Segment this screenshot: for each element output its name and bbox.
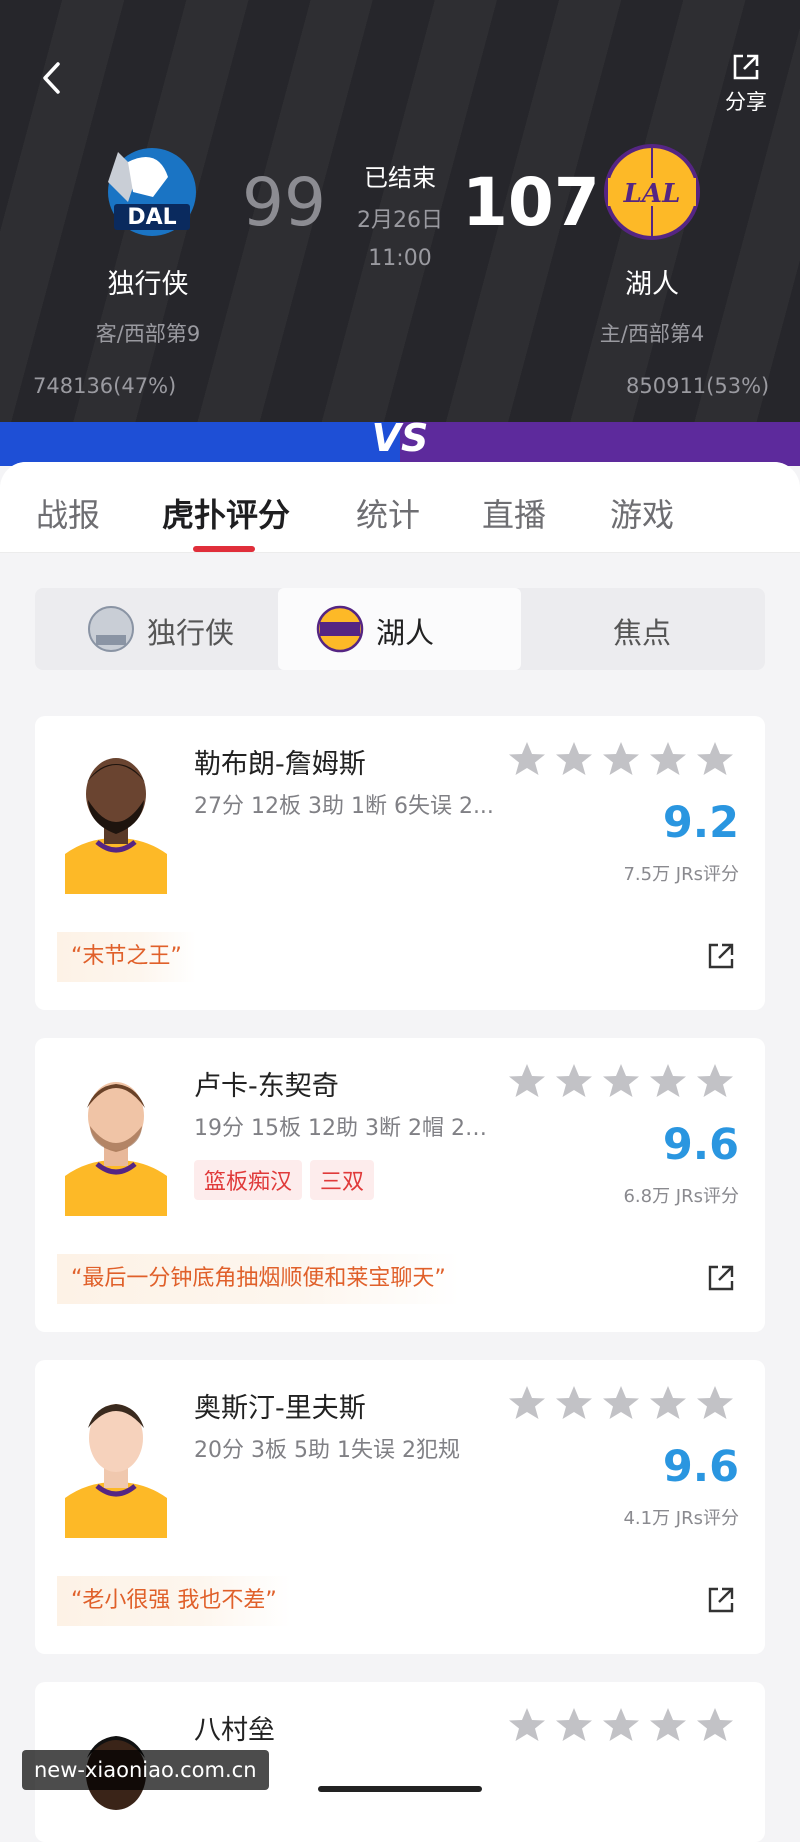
star-icon[interactable] xyxy=(697,1386,733,1419)
rating-stars[interactable] xyxy=(507,738,747,782)
lal-logo: LAL xyxy=(602,142,702,242)
player-quote: “末节之王” xyxy=(57,932,196,982)
rating-count: 4.1万 JRs评分 xyxy=(623,1508,739,1529)
player-name: 奥斯汀-里夫斯 xyxy=(194,1393,366,1424)
team-segment: 独行侠 湖人 焦点 xyxy=(35,588,765,670)
player-card[interactable]: 卢卡-东契奇 19分 15板 12助 3断 2帽 2失... 篮板痴汉 三双 9.… xyxy=(35,1038,765,1332)
dal-mini-logo xyxy=(88,606,134,652)
star-icon[interactable] xyxy=(697,1708,733,1741)
rating-stars[interactable] xyxy=(507,1060,747,1104)
home-team-name: 湖人 xyxy=(625,269,679,300)
share-icon[interactable] xyxy=(707,942,735,970)
player-quote: “老小很强 我也不差” xyxy=(57,1576,291,1626)
player-stats: 27分 12板 3助 1断 6失误 2... xyxy=(194,794,494,819)
star-icon[interactable] xyxy=(603,1064,639,1097)
player-name: 卢卡-东契奇 xyxy=(194,1071,339,1102)
star-icon[interactable] xyxy=(697,742,733,775)
player-name: 八村垒 xyxy=(194,1715,275,1746)
player-rating: 9.2 xyxy=(662,798,739,848)
player-quote: “最后一分钟底角抽烟顺便和莱宝聊天” xyxy=(57,1254,460,1304)
svg-text:DAL: DAL xyxy=(127,205,176,230)
star-icon[interactable] xyxy=(509,1064,545,1097)
tag-badge: 三双 xyxy=(310,1160,375,1200)
star-icon[interactable] xyxy=(509,1708,545,1741)
player-stats: 20分 3板 5助 1失误 2犯规 xyxy=(194,1438,460,1463)
tab-report[interactable]: 战报 xyxy=(36,490,100,536)
player-avatar xyxy=(57,746,175,894)
tab-stats[interactable]: 统计 xyxy=(356,490,420,536)
player-card[interactable]: 奥斯汀-里夫斯 20分 3板 5助 1失误 2犯规 9.6 4.1万 JRs评分… xyxy=(35,1360,765,1654)
star-icon[interactable] xyxy=(556,742,592,775)
segment-mavericks-label: 独行侠 xyxy=(147,616,235,650)
game-date: 2月26日 xyxy=(357,208,443,233)
star-icon[interactable] xyxy=(650,1064,686,1097)
star-icon[interactable] xyxy=(650,1386,686,1419)
star-icon[interactable] xyxy=(697,1064,733,1097)
game-time: 11:00 xyxy=(368,246,432,271)
star-icon[interactable] xyxy=(509,742,545,775)
away-vote-fill xyxy=(0,422,400,466)
home-votes: 850911(53%) xyxy=(626,374,770,398)
player-tags: 篮板痴汉 三双 xyxy=(194,1160,382,1200)
player-rating: 9.6 xyxy=(662,1120,739,1170)
segment-lakers[interactable]: 湖人 xyxy=(278,588,521,670)
back-button[interactable] xyxy=(38,58,66,98)
game-status: 已结束 xyxy=(364,164,436,192)
away-score: 99 xyxy=(242,164,326,241)
away-team-rank: 客/西部第9 xyxy=(95,322,201,346)
star-icon[interactable] xyxy=(509,1386,545,1419)
player-name: 勒布朗-詹姆斯 xyxy=(194,749,366,780)
game-header: 分享 DAL 独行侠 客/西部第9 99 已结束 2月26日 11:00 107… xyxy=(0,0,800,422)
rating-stars[interactable] xyxy=(507,1704,747,1748)
star-icon[interactable] xyxy=(650,742,686,775)
star-icon[interactable] xyxy=(556,1708,592,1741)
tag-badge: 篮板痴汉 xyxy=(194,1160,303,1200)
tab-hupu-rating[interactable]: 虎扑评分 xyxy=(162,490,290,536)
share-icon[interactable] xyxy=(707,1586,735,1614)
share-button[interactable]: 分享 xyxy=(718,48,774,116)
share-icon[interactable] xyxy=(707,1264,735,1292)
tab-underline xyxy=(193,546,255,552)
away-team-name: 独行侠 xyxy=(107,269,189,300)
home-team-rank: 主/西部第4 xyxy=(599,322,705,346)
star-icon[interactable] xyxy=(556,1064,592,1097)
star-icon[interactable] xyxy=(650,1708,686,1741)
player-stats: 19分 15板 12助 3断 2帽 2失... xyxy=(194,1116,504,1141)
player-avatar xyxy=(57,1068,175,1216)
player-rating: 9.6 xyxy=(662,1442,739,1492)
home-indicator xyxy=(318,1786,482,1792)
rating-count: 6.8万 JRs评分 xyxy=(623,1186,739,1207)
rating-stars[interactable] xyxy=(507,1382,747,1426)
star-icon[interactable] xyxy=(556,1386,592,1419)
share-label: 分享 xyxy=(725,90,767,114)
star-icon[interactable] xyxy=(603,1708,639,1741)
segment-focus[interactable]: 焦点 xyxy=(521,588,764,670)
player-avatar xyxy=(57,1390,175,1538)
content-sheet: 战报 虎扑评分 统计 直播 游戏 独行侠 湖人 焦点 勒布朗-詹姆斯 27分 1… xyxy=(0,462,800,1842)
segment-lakers-label: 湖人 xyxy=(376,616,435,650)
player-card[interactable]: 勒布朗-詹姆斯 27分 12板 3助 1断 6失误 2... 9.2 7.5万 … xyxy=(35,716,765,1010)
tab-games[interactable]: 游戏 xyxy=(610,490,674,536)
lal-mini-logo xyxy=(316,605,364,653)
away-votes: 748136(47%) xyxy=(33,374,177,398)
segment-focus-label: 焦点 xyxy=(613,616,672,650)
segment-mavericks[interactable]: 独行侠 xyxy=(35,588,278,670)
star-icon[interactable] xyxy=(603,1386,639,1419)
star-icon[interactable] xyxy=(603,742,639,775)
vote-bar: VS xyxy=(0,416,800,466)
watermark: new-xiaoniao.com.cn xyxy=(22,1750,269,1790)
share-icon xyxy=(733,54,759,80)
svg-text:LAL: LAL xyxy=(623,179,681,209)
chevron-left-icon xyxy=(43,62,60,94)
rating-count: 7.5万 JRs评分 xyxy=(623,864,739,885)
dal-logo: DAL xyxy=(98,142,198,242)
home-score: 107 xyxy=(462,164,600,241)
home-vote-fill xyxy=(400,422,800,466)
tab-bar: 战报 虎扑评分 统计 直播 游戏 xyxy=(0,462,800,553)
tab-live[interactable]: 直播 xyxy=(482,490,546,536)
